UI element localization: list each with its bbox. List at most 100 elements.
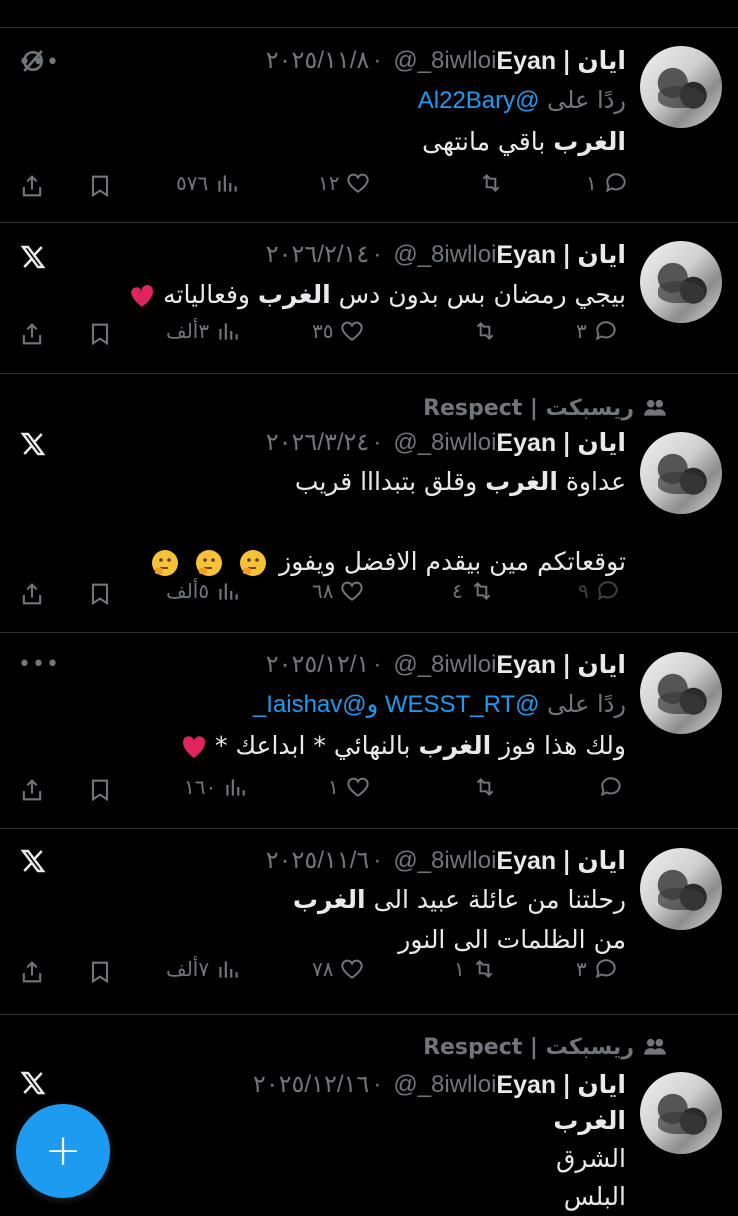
reply-icon (597, 581, 618, 601)
share-icon[interactable] (18, 958, 46, 986)
handle[interactable]: @_8iwlloi (393, 46, 496, 76)
display-name-latin[interactable]: Eyan (496, 846, 556, 876)
name-separator: | (562, 650, 572, 679)
repost-button[interactable] (472, 170, 504, 196)
divider (0, 632, 738, 633)
repost-button[interactable]: ٤ (452, 578, 495, 604)
share-icon[interactable] (18, 776, 46, 804)
display-name[interactable]: ايان (577, 1070, 626, 1100)
display-name-latin[interactable]: Eyan (496, 650, 556, 680)
x-logo-icon[interactable] (18, 1068, 48, 1098)
repost-button[interactable] (472, 318, 498, 344)
timestamp[interactable]: ٢٠٢٥/١٢/١٦ (253, 1070, 369, 1100)
views-button[interactable]: ٥ألف (166, 578, 241, 604)
hidden-reply-icon[interactable] (18, 46, 48, 76)
reply-icon (595, 959, 616, 979)
handle[interactable]: @_8iwlloi (393, 650, 496, 680)
reply-button[interactable] (598, 774, 624, 800)
heart-icon (341, 321, 364, 341)
tweet-text: الغرب الشرق البلس (553, 1102, 626, 1216)
bookmark-icon[interactable] (86, 776, 114, 804)
divider (0, 828, 738, 829)
share-icon[interactable] (18, 580, 46, 608)
heart-icon (341, 581, 364, 601)
like-button[interactable]: ٧٨ (312, 956, 365, 982)
avatar[interactable] (640, 1072, 722, 1154)
repost-icon (476, 322, 494, 340)
display-name[interactable]: ايان (577, 846, 626, 876)
view-count: ١٦٠ (184, 775, 217, 799)
avatar[interactable] (640, 848, 722, 930)
analytics-icon (219, 961, 238, 978)
dot-separator: · (373, 847, 382, 874)
avatar[interactable] (640, 432, 722, 514)
display-name[interactable]: ايان (577, 240, 626, 270)
views-button[interactable]: ٥٧٦ (176, 170, 240, 196)
timestamp[interactable]: ٢٠٢٥/١٢/١ (266, 650, 370, 680)
reply-button[interactable]: ٣ (576, 318, 619, 344)
view-count: ٣ألف (166, 319, 210, 343)
views-button[interactable]: ٧ألف (166, 956, 241, 982)
avatar[interactable] (640, 241, 722, 323)
thinking-face-emoji (152, 550, 179, 576)
handle[interactable]: @_8iwlloi (393, 1070, 496, 1100)
reply-mention[interactable]: @WESST_RT و@Iaishav_ (253, 691, 540, 718)
like-button[interactable]: ١٢ (318, 170, 371, 196)
like-button[interactable]: ٦٨ (312, 578, 365, 604)
display-name-latin[interactable]: Eyan (496, 428, 556, 458)
reply-button[interactable]: ٣ (576, 956, 619, 982)
views-button[interactable]: ٣ألف (166, 318, 241, 344)
reply-context: ردًا على @WESST_RT و@Iaishav_ (253, 690, 626, 719)
tweet-text: ولك هذا فوز الغرب بالنهائي * ابداعك * (181, 726, 626, 766)
tweet-line: عداوة الغرب وقلق بتبدااا قريب (294, 467, 626, 496)
like-button[interactable]: ١ (328, 774, 371, 800)
tweet-line: البلس (563, 1182, 626, 1211)
divider (0, 27, 738, 28)
compose-button[interactable]: + (16, 1104, 110, 1198)
dot-separator: · (373, 1071, 382, 1098)
analytics-icon (219, 583, 238, 600)
x-logo-icon[interactable] (18, 846, 48, 876)
handle[interactable]: @_8iwlloi (393, 846, 496, 876)
timestamp[interactable]: ٢٠٢٥/١١/٨ (266, 46, 370, 76)
reply-label: ردًا على (547, 86, 626, 114)
x-logo-icon[interactable] (18, 242, 48, 272)
name-separator: | (562, 846, 572, 875)
repost-icon (476, 778, 494, 796)
timestamp[interactable]: ٢٠٢٦/٣/٢٤ (266, 428, 370, 458)
display-name[interactable]: ايان (577, 46, 626, 76)
display-name-latin[interactable]: Eyan (496, 240, 556, 270)
avatar[interactable] (640, 46, 722, 128)
display-name-latin[interactable]: Eyan (496, 1070, 556, 1100)
like-button[interactable]: ٣٥ (312, 318, 365, 344)
reply-count: ١ (586, 171, 597, 195)
views-button[interactable]: ١٦٠ (184, 774, 248, 800)
tweet-header: ايان | Eyan @_8iwlloi · ٢٠٢٦/٢/١٤ (266, 240, 626, 270)
bookmark-icon[interactable] (86, 958, 114, 986)
x-logo-icon[interactable] (18, 429, 48, 459)
share-icon[interactable] (18, 172, 46, 200)
display-name-latin[interactable]: Eyan (496, 46, 556, 76)
reply-button[interactable]: ١ (586, 170, 629, 196)
repost-button[interactable] (472, 774, 498, 800)
handle[interactable]: @_8iwlloi (393, 240, 496, 270)
display-name[interactable]: ايان (577, 650, 626, 680)
bookmark-icon[interactable] (86, 320, 114, 348)
timestamp[interactable]: ٢٠٢٥/١١/٦ (266, 846, 370, 876)
reply-mention[interactable]: @Al22Bary (418, 87, 540, 114)
display-name[interactable]: ايان (577, 428, 626, 458)
repost-header[interactable]: Respect | ريسبكت (423, 1034, 668, 1060)
share-icon[interactable] (18, 320, 46, 348)
repost-header[interactable]: Respect | ريسبكت (423, 395, 668, 421)
timestamp[interactable]: ٢٠٢٦/٢/١٤ (266, 240, 370, 270)
like-count: ٣٥ (312, 319, 334, 343)
repost-button[interactable]: ١ (454, 956, 497, 982)
more-icon[interactable]: ••• (18, 652, 60, 677)
dot-separator: · (373, 47, 382, 74)
bookmark-icon[interactable] (86, 172, 114, 200)
avatar[interactable] (640, 652, 722, 734)
reply-button[interactable]: ٩ (578, 578, 621, 604)
bookmark-icon[interactable] (86, 580, 114, 608)
handle[interactable]: @_8iwlloi (393, 428, 496, 458)
divider (0, 373, 738, 374)
